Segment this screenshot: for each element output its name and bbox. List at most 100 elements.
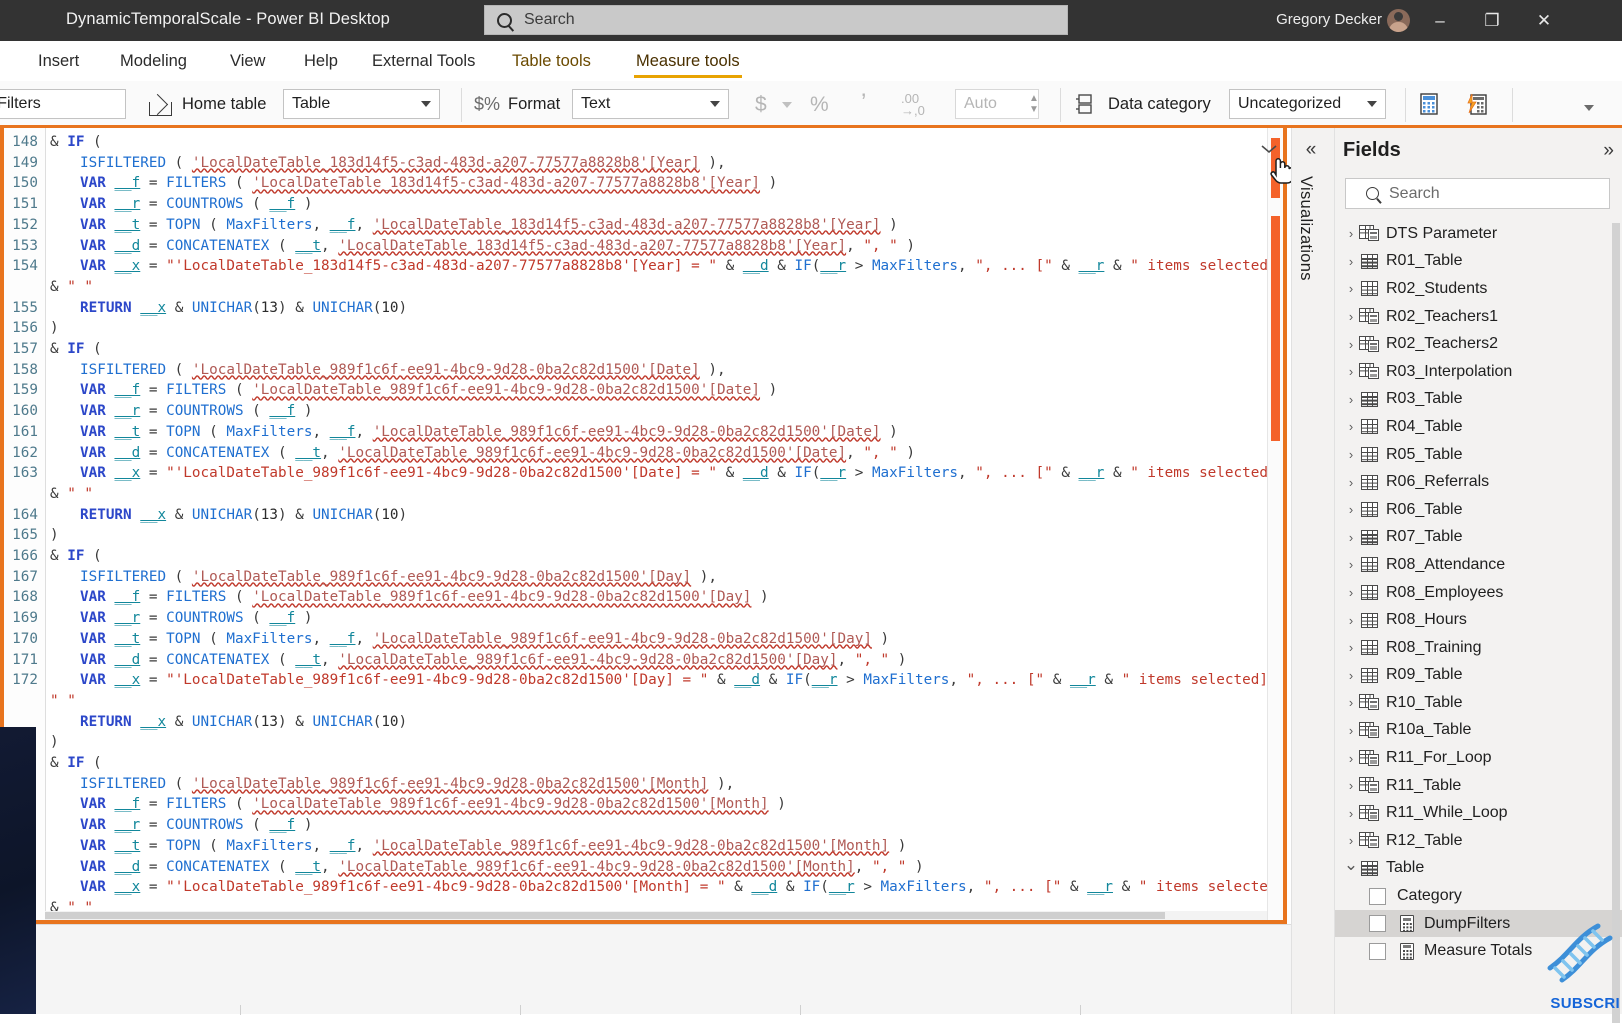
code-line[interactable]: VAR __d = CONCATENATEX ( __t, 'LocalDate… (4, 857, 1283, 878)
scrollbar-thumb[interactable] (45, 912, 1165, 919)
field-item-r12-table[interactable]: ›R12_Table (1335, 827, 1622, 855)
chevron-right-icon[interactable]: › (1343, 254, 1359, 269)
collapse-pane-chevron-left-double-icon[interactable]: « (1297, 138, 1325, 162)
chevron-down-icon[interactable] (779, 98, 795, 112)
chevron-right-icon[interactable]: › (1343, 613, 1359, 628)
field-checkbox[interactable] (1369, 915, 1386, 932)
collapse-ribbon-chevron-down-icon[interactable] (1578, 100, 1600, 116)
field-checkbox[interactable] (1369, 888, 1386, 905)
chevron-right-icon[interactable]: › (1343, 585, 1359, 600)
code-line[interactable]: 154VAR __x = "'LocalDateTable_183d14f5-c… (4, 256, 1283, 277)
field-item-category[interactable]: Category (1335, 882, 1622, 910)
decimal-stepper[interactable]: ▲▼ (1027, 89, 1041, 119)
code-line[interactable]: 149ISFILTERED ( 'LocalDateTable_183d14f5… (4, 153, 1283, 174)
field-item-r04-table[interactable]: ›R04_Table (1335, 413, 1622, 441)
maximize-button[interactable]: ❐ (1466, 0, 1518, 41)
field-item-table[interactable]: ⌄Table (1335, 855, 1622, 883)
chevron-right-icon[interactable]: › (1343, 337, 1359, 352)
code-line[interactable]: 156) (4, 318, 1283, 339)
chevron-right-icon[interactable]: › (1343, 447, 1359, 462)
code-line[interactable]: VAR __x = "'LocalDateTable_989f1c6f-ee91… (4, 877, 1283, 898)
currency-format-button[interactable]: $ (755, 93, 767, 117)
ribbon-tab-external-tools[interactable]: External Tools (356, 41, 491, 81)
chevron-right-icon[interactable]: › (1343, 723, 1359, 738)
percent-format-button[interactable]: % (810, 93, 829, 117)
chevron-right-icon[interactable]: › (1343, 751, 1359, 766)
field-item-r09-table[interactable]: ›R09_Table (1335, 662, 1622, 690)
code-line[interactable]: 157& IF ( (4, 339, 1283, 360)
format-dropdown[interactable]: Text (572, 89, 729, 119)
field-item-r08-employees[interactable]: ›R08_Employees (1335, 579, 1622, 607)
field-item-r06-table[interactable]: ›R06_Table (1335, 496, 1622, 524)
ribbon-tab-view[interactable]: View (214, 41, 281, 81)
code-line[interactable]: 148& IF ( (4, 132, 1283, 153)
fields-list[interactable]: ›DTS Parameter›R01_Table›R02_Students›R0… (1335, 220, 1622, 1014)
chevron-right-icon[interactable]: › (1343, 530, 1359, 545)
field-item-r07-table[interactable]: ›R07_Table (1335, 524, 1622, 552)
field-item-r08-hours[interactable]: ›R08_Hours (1335, 606, 1622, 634)
code-line[interactable]: 167ISFILTERED ( 'LocalDateTable_989f1c6f… (4, 567, 1283, 588)
field-item-r10a-table[interactable]: ›R10a_Table (1335, 717, 1622, 745)
field-item-r05-table[interactable]: ›R05_Table (1335, 441, 1622, 469)
code-line[interactable]: VAR __f = FILTERS ( 'LocalDateTable_989f… (4, 794, 1283, 815)
chevron-right-icon[interactable]: › (1343, 668, 1359, 683)
code-line[interactable]: 170VAR __t = TOPN ( MaxFilters, __f, 'Lo… (4, 629, 1283, 650)
dax-code-area[interactable]: 148& IF (149ISFILTERED ( 'LocalDateTable… (4, 128, 1283, 920)
code-line[interactable]: & " " (4, 484, 1283, 505)
chevron-right-icon[interactable]: › (1343, 502, 1359, 517)
chevron-down-icon[interactable]: ⌄ (1343, 855, 1359, 875)
code-line[interactable]: 150VAR __f = FILTERS ( 'LocalDateTable_1… (4, 173, 1283, 194)
field-checkbox[interactable] (1369, 943, 1386, 960)
field-item-r08-attendance[interactable]: ›R08_Attendance (1335, 551, 1622, 579)
quick-measure-icon[interactable] (1463, 90, 1491, 118)
ribbon-tab-measure-tools[interactable]: Measure tools (620, 41, 756, 81)
fields-search-input[interactable]: Search (1345, 178, 1610, 209)
code-line[interactable]: ISFILTERED ( 'LocalDateTable_989f1c6f-ee… (4, 774, 1283, 795)
field-item-r11-for-loop[interactable]: ›R11_For_Loop (1335, 744, 1622, 772)
avatar[interactable] (1387, 9, 1410, 32)
chevron-right-icon[interactable]: › (1343, 475, 1359, 490)
field-item-r11-table[interactable]: ›R11_Table (1335, 772, 1622, 800)
home-table-dropdown[interactable]: Table (283, 89, 440, 119)
code-line[interactable]: 171VAR __d = CONCATENATEX ( __t, 'LocalD… (4, 650, 1283, 671)
code-line[interactable]: 161VAR __t = TOPN ( MaxFilters, __f, 'Lo… (4, 422, 1283, 443)
code-line[interactable]: VAR __t = TOPN ( MaxFilters, __f, 'Local… (4, 836, 1283, 857)
chevron-right-icon[interactable]: › (1343, 640, 1359, 655)
field-item-r06-referrals[interactable]: ›R06_Referrals (1335, 468, 1622, 496)
code-line[interactable]: 166& IF ( (4, 546, 1283, 567)
data-category-dropdown[interactable]: Uncategorized (1229, 89, 1386, 119)
field-item-r02-teachers1[interactable]: ›R02_Teachers1 (1335, 303, 1622, 331)
code-line[interactable]: 172VAR __x = "'LocalDateTable_989f1c6f-e… (4, 670, 1283, 691)
code-line[interactable]: & IF ( (4, 753, 1283, 774)
editor-horizontal-scrollbar[interactable] (45, 911, 1267, 920)
field-item-r03-interpolation[interactable]: ›R03_Interpolation (1335, 358, 1622, 386)
chevron-right-icon[interactable]: › (1343, 364, 1359, 379)
code-line[interactable]: 158ISFILTERED ( 'LocalDateTable_989f1c6f… (4, 360, 1283, 381)
field-item-r03-table[interactable]: ›R03_Table (1335, 386, 1622, 414)
code-line[interactable]: 165) (4, 525, 1283, 546)
ribbon-tab-modeling[interactable]: Modeling (104, 41, 203, 81)
ribbon-tab-table-tools[interactable]: Table tools (496, 41, 607, 81)
chevron-right-icon[interactable]: › (1343, 226, 1359, 241)
field-item-r02-students[interactable]: ›R02_Students (1335, 275, 1622, 303)
chevron-right-icon[interactable]: › (1343, 557, 1359, 572)
field-item-r01-table[interactable]: ›R01_Table (1335, 248, 1622, 276)
code-line[interactable]: 168VAR __f = FILTERS ( 'LocalDateTable_9… (4, 587, 1283, 608)
code-line[interactable]: & " " (4, 277, 1283, 298)
chevron-right-icon[interactable]: › (1343, 281, 1359, 296)
code-line[interactable]: VAR __r = COUNTROWS ( __f ) (4, 815, 1283, 836)
chevron-right-icon[interactable]: › (1343, 309, 1359, 324)
field-item-r02-teachers2[interactable]: ›R02_Teachers2 (1335, 330, 1622, 358)
chevron-right-icon[interactable]: › (1343, 392, 1359, 407)
new-measure-icon[interactable] (1415, 90, 1443, 118)
fields-scrollbar-thumb[interactable] (1612, 223, 1620, 1023)
code-line[interactable]: 163VAR __x = "'LocalDateTable_989f1c6f-e… (4, 463, 1283, 484)
code-line[interactable]: 152VAR __t = TOPN ( MaxFilters, __f, 'Lo… (4, 215, 1283, 236)
field-item-dts-parameter[interactable]: ›DTS Parameter (1335, 220, 1622, 248)
thousands-separator-button[interactable]: ’ (861, 89, 866, 117)
code-line[interactable]: 151VAR __r = COUNTROWS ( __f ) (4, 194, 1283, 215)
field-item-r08-training[interactable]: ›R08_Training (1335, 634, 1622, 662)
code-line[interactable]: 169VAR __r = COUNTROWS ( __f ) (4, 608, 1283, 629)
chevron-right-icon[interactable]: › (1343, 419, 1359, 434)
chevron-right-icon[interactable]: › (1343, 833, 1359, 848)
